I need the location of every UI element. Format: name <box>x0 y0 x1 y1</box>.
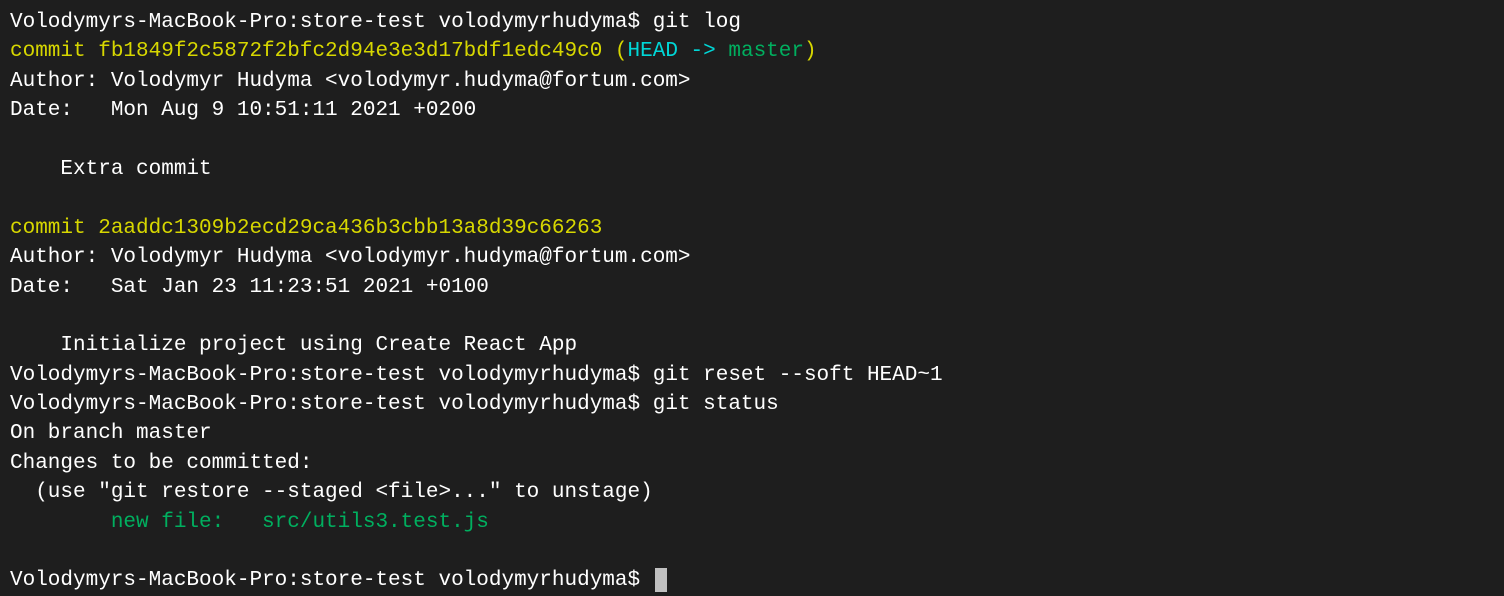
ref-close: ) <box>804 40 817 63</box>
command-text: git status <box>653 393 779 416</box>
branch-ref: master <box>728 40 804 63</box>
prompt-line: Volodymyrs-MacBook-Pro:store-test volody… <box>10 390 1494 419</box>
commit-line: commit 2aaddc1309b2ecd29ca436b3cbb13a8d3… <box>10 214 1494 243</box>
status-branch: On branch master <box>10 419 1494 448</box>
blank-line <box>10 302 1494 331</box>
commit-message: Extra commit <box>10 155 1494 184</box>
terminal-output[interactable]: Volodymyrs-MacBook-Pro:store-test volody… <box>10 8 1494 596</box>
status-hint: (use "git restore --staged <file>..." to… <box>10 478 1494 507</box>
cursor <box>655 568 667 592</box>
commit-prefix: commit <box>10 40 98 63</box>
blank-line <box>10 184 1494 213</box>
status-new-file: new file: src/utils3.test.js <box>10 508 1494 537</box>
shell-prompt: Volodymyrs-MacBook-Pro:store-test volody… <box>10 364 653 387</box>
date-line: Date: Sat Jan 23 11:23:51 2021 +0100 <box>10 273 1494 302</box>
command-text: git log <box>653 11 741 34</box>
commit-hash: fb1849f2c5872f2bfc2d94e3e3d17bdf1edc49c0 <box>98 40 602 63</box>
shell-prompt: Volodymyrs-MacBook-Pro:store-test volody… <box>10 393 653 416</box>
prompt-line: Volodymyrs-MacBook-Pro:store-test volody… <box>10 361 1494 390</box>
head-ref: HEAD -> <box>628 40 729 63</box>
commit-prefix: commit <box>10 217 98 240</box>
author-line: Author: Volodymyr Hudyma <volodymyr.hudy… <box>10 243 1494 272</box>
blank-line <box>10 126 1494 155</box>
blank-line <box>10 537 1494 566</box>
prompt-line: Volodymyrs-MacBook-Pro:store-test volody… <box>10 8 1494 37</box>
commit-message: Initialize project using Create React Ap… <box>10 331 1494 360</box>
command-text: git reset --soft HEAD~1 <box>653 364 943 387</box>
ref-open: ( <box>602 40 627 63</box>
shell-prompt: Volodymyrs-MacBook-Pro:store-test volody… <box>10 11 653 34</box>
commit-line: commit fb1849f2c5872f2bfc2d94e3e3d17bdf1… <box>10 37 1494 66</box>
commit-hash: 2aaddc1309b2ecd29ca436b3cbb13a8d39c66263 <box>98 217 602 240</box>
prompt-line: Volodymyrs-MacBook-Pro:store-test volody… <box>10 566 1494 595</box>
author-line: Author: Volodymyr Hudyma <volodymyr.hudy… <box>10 67 1494 96</box>
shell-prompt: Volodymyrs-MacBook-Pro:store-test volody… <box>10 569 653 592</box>
status-changes-header: Changes to be committed: <box>10 449 1494 478</box>
date-line: Date: Mon Aug 9 10:51:11 2021 +0200 <box>10 96 1494 125</box>
